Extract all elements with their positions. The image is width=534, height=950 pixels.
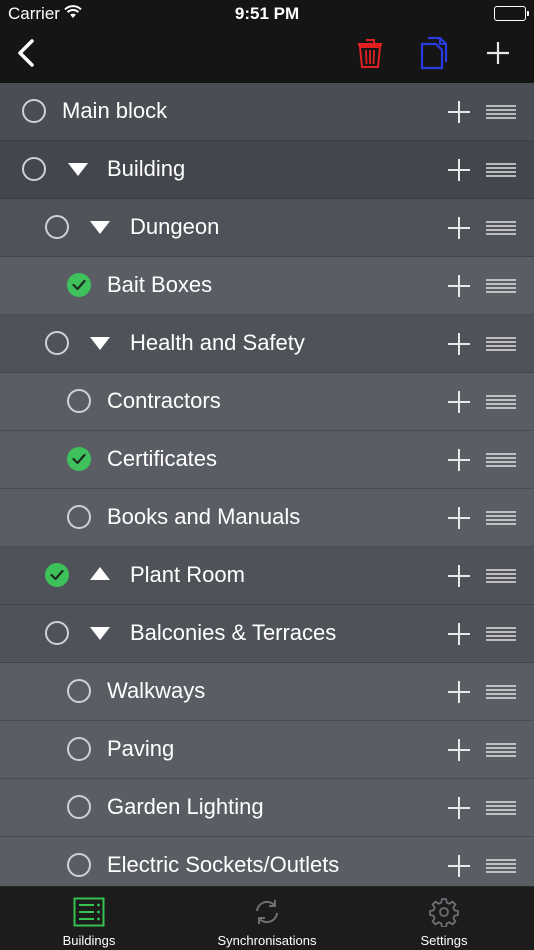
plus-icon xyxy=(486,41,510,70)
battery-icon xyxy=(494,6,529,21)
unchecked-circle-icon[interactable] xyxy=(22,157,46,181)
chevron-left-icon xyxy=(16,38,36,73)
gear-icon xyxy=(429,897,459,927)
tab-synchronisations-label: Synchronisations xyxy=(217,933,317,948)
list-item[interactable]: Electric Sockets/Outlets xyxy=(0,837,534,886)
add-child-icon[interactable] xyxy=(447,854,471,878)
status-bar: Carrier 9:51 PM xyxy=(0,0,534,28)
tab-bar: Buildings Synchronisations Settings xyxy=(0,886,534,950)
unchecked-circle-icon[interactable] xyxy=(45,621,69,645)
collapse-triangle-icon[interactable] xyxy=(90,337,110,350)
reorder-handle-icon[interactable] xyxy=(486,683,516,701)
add-child-icon[interactable] xyxy=(447,622,471,646)
trash-icon xyxy=(357,37,383,74)
list-icon xyxy=(73,897,105,927)
list-item[interactable]: Health and Safety xyxy=(0,315,534,373)
list-item-label: Building xyxy=(107,156,186,181)
tab-settings-label: Settings xyxy=(420,933,468,948)
tab-buildings-label: Buildings xyxy=(62,933,116,948)
tab-settings[interactable]: Settings xyxy=(404,887,484,950)
add-child-icon[interactable] xyxy=(447,274,471,298)
list-item[interactable]: Contractors xyxy=(0,373,534,431)
list-item[interactable]: Walkways xyxy=(0,663,534,721)
list-item-label: Contractors xyxy=(107,388,221,413)
reorder-handle-icon[interactable] xyxy=(486,393,516,411)
tab-buildings[interactable]: Buildings xyxy=(44,887,134,950)
unchecked-circle-icon[interactable] xyxy=(45,215,69,239)
list-item[interactable]: Paving xyxy=(0,721,534,779)
checked-circle-icon[interactable] xyxy=(45,563,69,587)
building-tree-list: Main block Building Dungeon Bait Boxes Healt… xyxy=(0,83,534,886)
list-item[interactable]: Building xyxy=(0,141,534,199)
list-item[interactable]: Books and Manuals xyxy=(0,489,534,547)
list-item-label: Walkways xyxy=(107,678,206,703)
copy-icon xyxy=(420,36,448,75)
add-child-icon[interactable] xyxy=(447,506,471,530)
list-item-label: Plant Room xyxy=(130,562,245,587)
reorder-handle-icon[interactable] xyxy=(486,625,516,643)
unchecked-circle-icon[interactable] xyxy=(67,795,91,819)
tab-synchronisations[interactable]: Synchronisations xyxy=(206,887,328,950)
delete-button[interactable] xyxy=(350,28,390,83)
back-button[interactable] xyxy=(6,28,46,83)
list-item-label: Books and Manuals xyxy=(107,504,301,529)
add-child-icon[interactable] xyxy=(447,390,471,414)
unchecked-circle-icon[interactable] xyxy=(45,331,69,355)
list-item[interactable]: Garden Lighting xyxy=(0,779,534,837)
add-child-icon[interactable] xyxy=(447,448,471,472)
checked-circle-icon[interactable] xyxy=(67,273,91,297)
add-child-icon[interactable] xyxy=(447,564,471,588)
unchecked-circle-icon[interactable] xyxy=(22,99,46,123)
list-item-label: Health and Safety xyxy=(130,330,305,355)
add-child-icon[interactable] xyxy=(447,738,471,762)
list-item[interactable]: Main block xyxy=(0,83,534,141)
unchecked-circle-icon[interactable] xyxy=(67,853,91,877)
collapse-triangle-icon[interactable] xyxy=(68,163,88,176)
copy-button[interactable] xyxy=(414,28,454,83)
unchecked-circle-icon[interactable] xyxy=(67,389,91,413)
reorder-handle-icon[interactable] xyxy=(486,857,516,875)
add-child-icon[interactable] xyxy=(447,796,471,820)
unchecked-circle-icon[interactable] xyxy=(67,679,91,703)
reorder-handle-icon[interactable] xyxy=(486,799,516,817)
reorder-handle-icon[interactable] xyxy=(486,277,516,295)
list-item-label: Balconies & Terraces xyxy=(130,620,337,645)
reorder-handle-icon[interactable] xyxy=(486,509,516,527)
list-item-label: Main block xyxy=(62,98,168,123)
reorder-handle-icon[interactable] xyxy=(486,161,516,179)
unchecked-circle-icon[interactable] xyxy=(67,505,91,529)
collapse-triangle-icon[interactable] xyxy=(90,221,110,234)
list-item-label: Bait Boxes xyxy=(107,272,213,297)
collapse-triangle-icon[interactable] xyxy=(90,627,110,640)
checked-circle-icon[interactable] xyxy=(67,447,91,471)
reorder-handle-icon[interactable] xyxy=(486,103,516,121)
list-item-label: Paving xyxy=(107,736,175,761)
add-child-icon[interactable] xyxy=(447,332,471,356)
add-button[interactable] xyxy=(478,28,518,83)
unchecked-circle-icon[interactable] xyxy=(67,737,91,761)
list-item[interactable]: Plant Room xyxy=(0,547,534,605)
add-child-icon[interactable] xyxy=(447,158,471,182)
sync-icon xyxy=(253,897,281,927)
list-item-label: Electric Sockets/Outlets xyxy=(107,852,340,877)
reorder-handle-icon[interactable] xyxy=(486,451,516,469)
add-child-icon[interactable] xyxy=(447,100,471,124)
reorder-handle-icon[interactable] xyxy=(486,741,516,759)
list-item[interactable]: Bait Boxes xyxy=(0,257,534,315)
list-item-label: Garden Lighting xyxy=(107,794,264,819)
list-item-label: Certificates xyxy=(107,446,218,471)
list-item[interactable]: Certificates xyxy=(0,431,534,489)
list-item[interactable]: Balconies & Terraces xyxy=(0,605,534,663)
reorder-handle-icon[interactable] xyxy=(486,567,516,585)
expand-triangle-icon[interactable] xyxy=(90,567,110,580)
list-item[interactable]: Dungeon xyxy=(0,199,534,257)
clock: 9:51 PM xyxy=(234,4,300,23)
reorder-handle-icon[interactable] xyxy=(486,219,516,237)
add-child-icon[interactable] xyxy=(447,216,471,240)
add-child-icon[interactable] xyxy=(447,680,471,704)
list-item-label: Dungeon xyxy=(130,214,220,239)
navigation-bar xyxy=(0,28,534,83)
reorder-handle-icon[interactable] xyxy=(486,335,516,353)
